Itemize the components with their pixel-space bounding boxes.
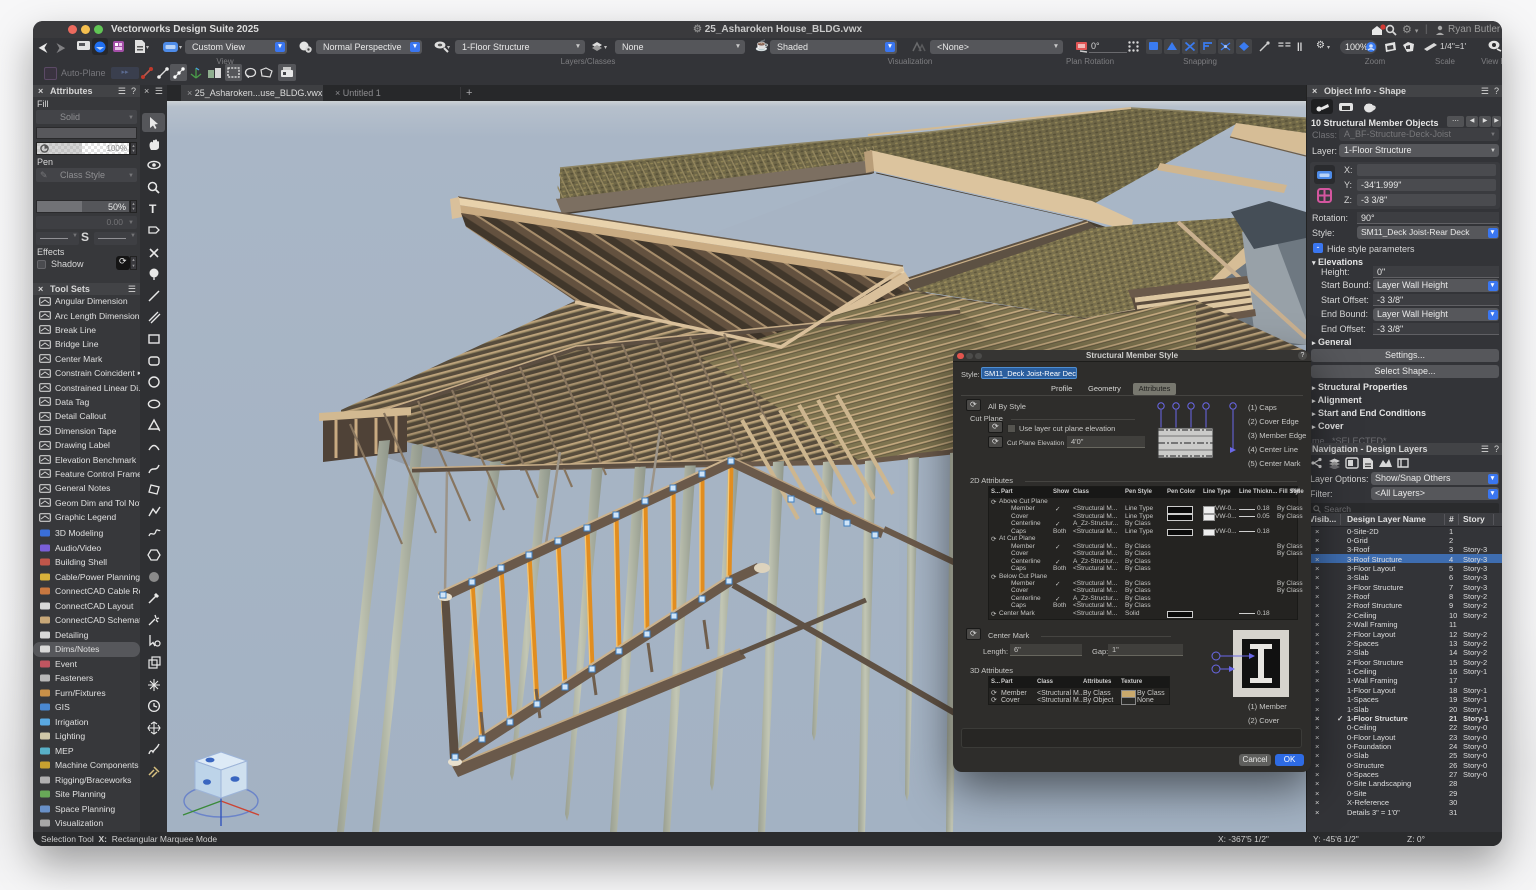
- svg-text:T: T: [149, 202, 157, 216]
